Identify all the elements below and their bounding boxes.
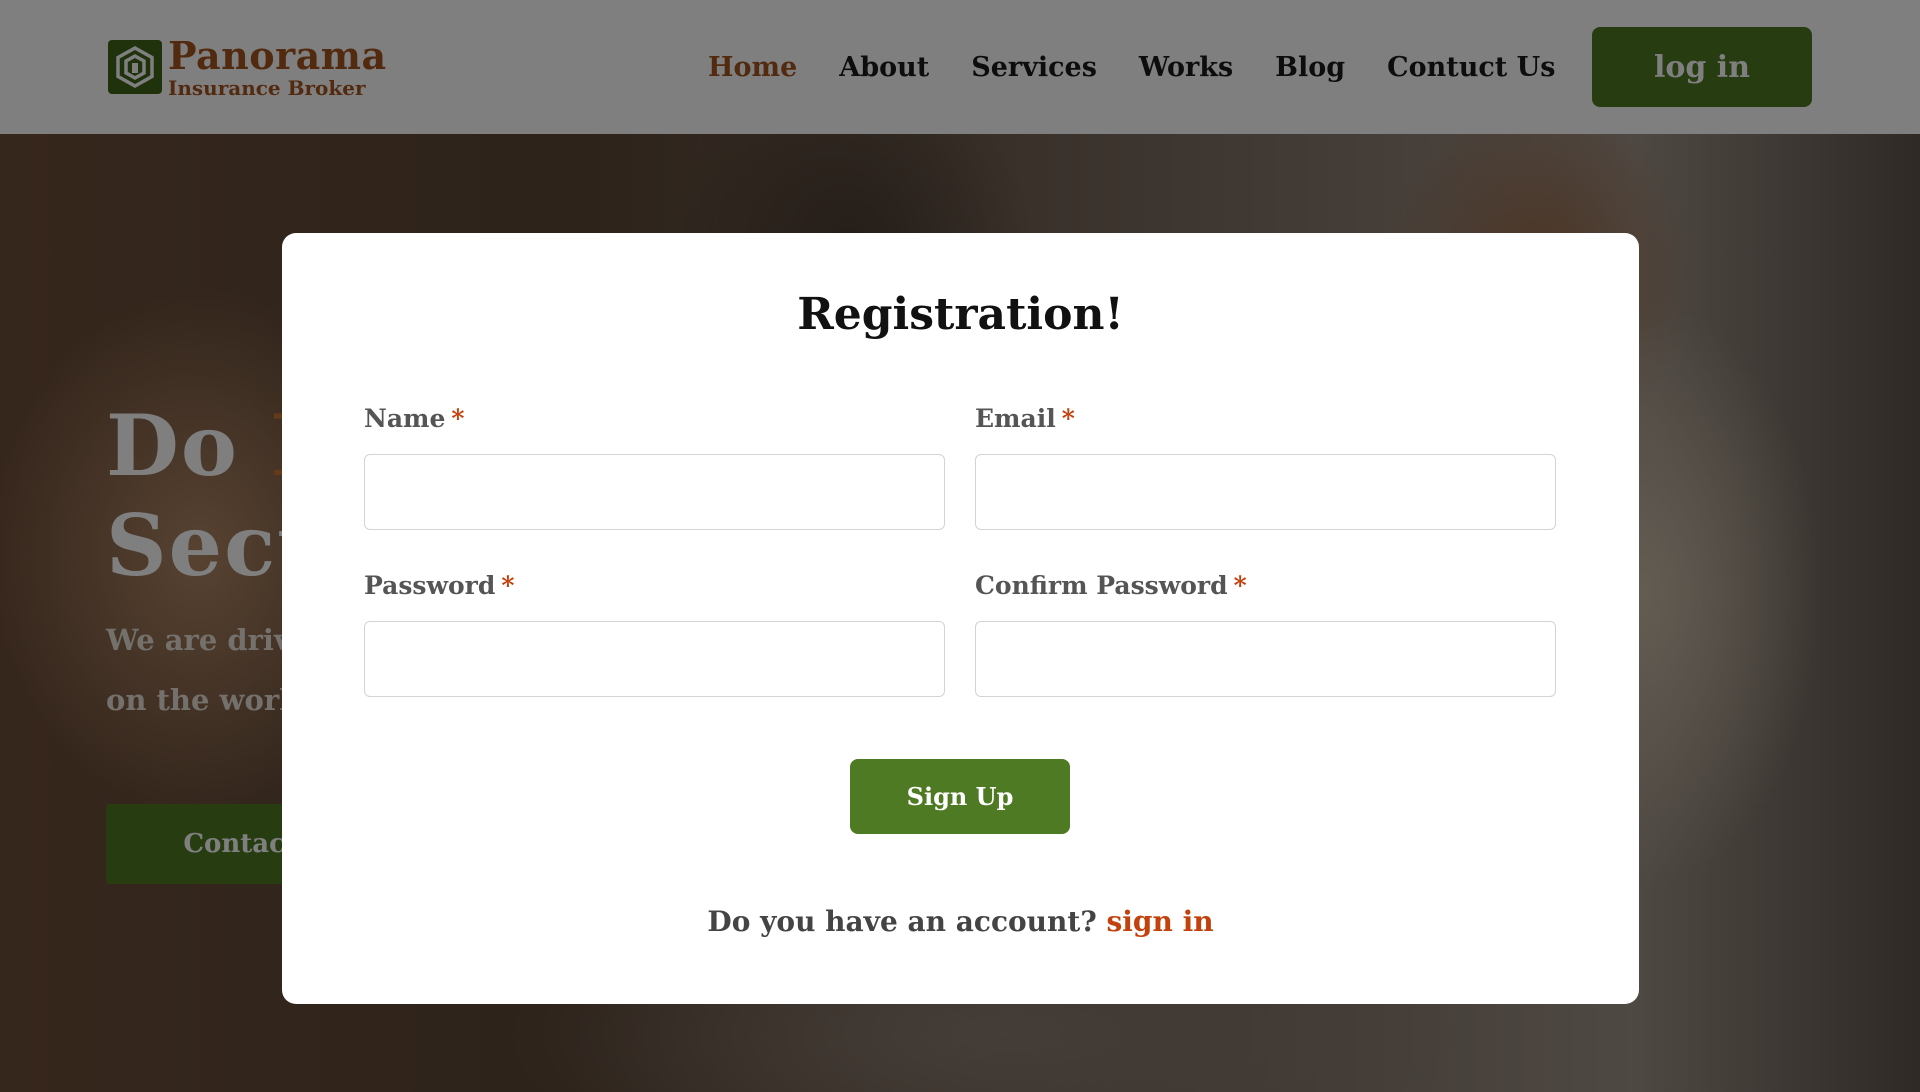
- password-field-group: Password *: [364, 570, 945, 697]
- account-prompt: Do you have an account? sign in: [282, 905, 1639, 938]
- confirm-password-input[interactable]: [975, 621, 1556, 697]
- sign-in-link[interactable]: sign in: [1106, 905, 1213, 938]
- email-field-group: Email *: [975, 403, 1556, 530]
- name-input[interactable]: [364, 454, 945, 530]
- password-label-text: Password: [364, 571, 496, 600]
- email-input[interactable]: [975, 454, 1556, 530]
- required-mark: *: [501, 571, 515, 600]
- confirm-password-field-group: Confirm Password *: [975, 570, 1556, 697]
- required-mark: *: [1233, 571, 1247, 600]
- confirm-password-label: Confirm Password *: [975, 570, 1556, 602]
- required-mark: *: [1061, 404, 1075, 433]
- password-label: Password *: [364, 570, 945, 602]
- account-prompt-text: Do you have an account?: [707, 905, 1107, 938]
- email-label: Email *: [975, 403, 1556, 435]
- name-field-group: Name *: [364, 403, 945, 530]
- sign-up-button[interactable]: Sign Up: [850, 759, 1070, 834]
- password-input[interactable]: [364, 621, 945, 697]
- registration-modal: Registration! Name * Email * Password * Con…: [282, 233, 1639, 1004]
- required-mark: *: [451, 404, 465, 433]
- name-label: Name *: [364, 403, 945, 435]
- confirm-password-label-text: Confirm Password: [975, 571, 1228, 600]
- name-label-text: Name: [364, 404, 446, 433]
- modal-title: Registration!: [797, 289, 1124, 340]
- email-label-text: Email: [975, 404, 1056, 433]
